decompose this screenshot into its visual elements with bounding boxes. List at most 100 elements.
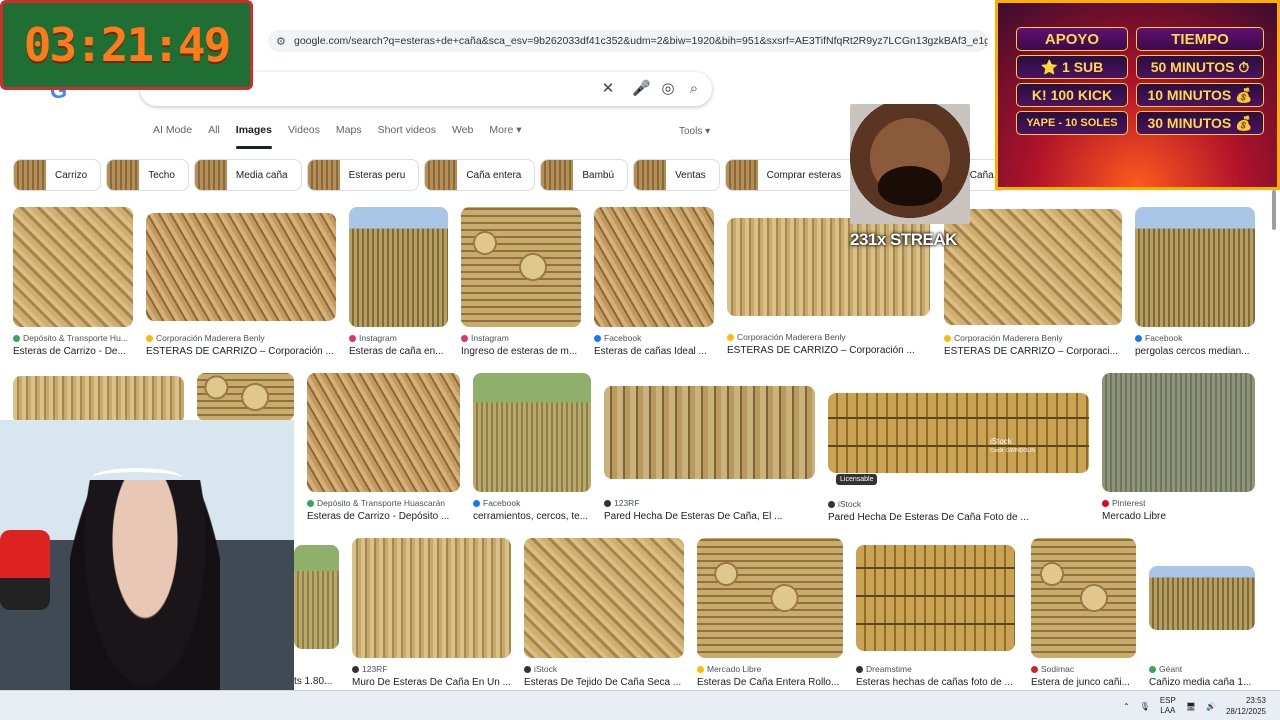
result-source: Depósito & Transporte Huascarán [307,498,460,508]
image-result[interactable]: Mercado Libre Esteras De Caña Entera Rol… [697,538,843,688]
chip[interactable]: Media caña [193,159,302,191]
result-image[interactable] [856,545,1015,651]
chip[interactable]: Comprar esteras [724,159,856,191]
tab-maps[interactable]: Maps [336,124,362,149]
result-title[interactable]: cerramientos, cercos, te... [473,511,591,522]
result-image[interactable] [473,373,591,492]
chip[interactable]: Esteras peru [306,159,420,191]
result-title[interactable]: ESTERAS DE CARRIZO – Corporación ... [146,346,336,357]
chip[interactable]: Ventas [633,159,720,191]
search-tabs: AI Mode All Images Videos Maps Short vid… [153,124,537,149]
image-result[interactable]: Sodimac Estera de junco cañi... [1031,538,1136,688]
tab-web[interactable]: Web [452,124,473,149]
result-title[interactable]: ESTERAS DE CARRIZO – Corporaci... [944,346,1122,357]
result-title[interactable]: ts 1.80... [294,676,339,687]
result-image[interactable] [1149,566,1255,630]
result-title[interactable]: ESTERAS DE CARRIZO – Corporación ... [727,345,930,356]
result-image[interactable] [307,373,460,492]
network-icon[interactable]: 🖥 [1186,702,1196,711]
clear-icon[interactable]: ✕ [599,80,617,98]
image-result[interactable]: Corporación Maderera Benly ESTERAS DE CA… [146,213,336,357]
result-image[interactable] [146,213,336,321]
lens-icon[interactable]: ◎ [659,80,677,98]
result-image[interactable] [1031,538,1136,658]
search-icon[interactable]: ⌕ [685,80,703,98]
chip[interactable]: Techo [106,159,189,191]
result-image[interactable] [461,207,581,327]
tab-images[interactable]: Images [236,124,272,149]
image-result[interactable]: Géant Cañizo media caña 1... [1149,566,1255,688]
scrollbar-thumb[interactable] [1272,190,1276,230]
tab-more[interactable]: More ▾ [489,124,521,149]
image-result[interactable]: Facebook Esteras de cañas Ideal ... [594,207,714,357]
result-image[interactable] [1135,207,1255,327]
result-title[interactable]: Estera de junco cañi... [1031,677,1136,688]
image-result[interactable]: 123RF Muro De Esteras De Caña En Un ... [352,538,511,688]
image-result[interactable]: iStock Esteras De Tejido De Caña Seca ..… [524,538,684,688]
result-title[interactable]: Esteras de Carrizo - De... [13,346,133,357]
result-image[interactable] [13,207,133,327]
result-image[interactable] [524,538,684,658]
image-result[interactable]: Instagram Ingreso de esteras de m... [461,207,581,357]
result-title[interactable]: pergolas cercos median... [1135,346,1255,357]
tab-all[interactable]: All [208,124,220,149]
result-title[interactable]: Cañizo media caña 1... [1149,677,1255,688]
clock[interactable]: 23:53 28/12/2025 [1226,695,1266,717]
result-title[interactable]: Ingreso de esteras de m... [461,346,581,357]
result-image[interactable] [13,376,184,424]
result-title[interactable]: Esteras De Caña Entera Rollo... [697,677,843,688]
result-image[interactable]: iStock Credit: GWINDOLIN [828,393,1089,473]
result-title[interactable]: Esteras de cañas Ideal ... [594,346,714,357]
result-title[interactable]: Esteras hechas de cañas foto de ... [856,677,1015,688]
image-result[interactable] [13,376,184,424]
result-title[interactable]: Esteras de Carrizo - Depósito ... [307,511,460,522]
language-indicator[interactable]: ESP LAA [1160,696,1176,716]
result-image[interactable] [604,386,815,479]
image-result[interactable]: Facebook pergolas cercos median... [1135,207,1255,357]
chip[interactable]: Carrizo [13,159,102,191]
chevron-up-icon[interactable]: ⌃ [1123,702,1130,711]
image-result[interactable]: Facebook cerramientos, cercos, te... [473,373,591,522]
result-image[interactable] [697,538,843,658]
tab-ai-mode[interactable]: AI Mode [153,124,192,149]
result-title[interactable]: Pared Hecha De Esteras De Caña Foto de .… [828,512,1089,523]
volume-icon[interactable]: 🔊 [1206,702,1216,711]
result-source: 123RF [604,498,815,508]
result-title[interactable]: Esteras De Tejido De Caña Seca ... [524,677,684,688]
image-result[interactable] [197,373,294,421]
chip[interactable]: Caña entera [424,159,536,191]
chip[interactable]: Bambú [540,159,629,191]
result-image[interactable] [294,545,339,649]
image-result[interactable]: Depósito & Transporte Hu... Esteras de C… [13,207,133,357]
result-image[interactable] [594,207,714,327]
result-title[interactable]: Muro De Esteras De Caña En Un ... [352,677,511,688]
page-scrollbar[interactable] [1270,190,1278,690]
image-result[interactable]: 123RF Pared Hecha De Esteras De Caña, El… [604,386,815,522]
result-title[interactable]: Esteras de caña en... [349,346,448,357]
site-info-icon[interactable]: ⚙ [276,35,286,48]
result-image[interactable] [352,538,511,658]
result-image[interactable] [944,209,1122,325]
streak-label: 231x STREAK [850,230,957,249]
tab-short-videos[interactable]: Short videos [378,124,436,149]
result-image[interactable] [197,373,294,421]
result-image[interactable] [349,207,448,327]
image-result[interactable]: Dreamstime Esteras hechas de cañas foto … [856,545,1015,688]
tools-button[interactable]: Tools ▾ [679,126,710,137]
microphone-icon[interactable]: 🎤 [632,80,651,98]
donation-panel: APOYO TIEMPO ⭐ 1 SUB 50 MINUTOS ⏱ K! 100… [995,0,1280,190]
image-result[interactable]: iStock Credit: GWINDOLIN Licensable iSto… [828,393,1089,523]
image-result[interactable]: Instagram Esteras de caña en... [349,207,448,357]
microphone-tray-icon[interactable]: 🎙 [1140,702,1150,711]
tab-videos[interactable]: Videos [288,124,320,149]
streamer [70,480,220,720]
image-result[interactable]: Depósito & Transporte Huascarán Esteras … [307,373,460,522]
image-result[interactable]: ts 1.80... [294,545,339,687]
result-image[interactable] [1102,373,1255,492]
image-result[interactable]: Corporación Maderera Benly ESTERAS DE CA… [944,209,1122,357]
result-title[interactable]: Mercado Libre [1102,511,1255,522]
address-bar[interactable]: ⚙ google.com/search?q=esteras+de+caña&sc… [268,30,988,52]
licensable-badge: Licensable [836,474,878,485]
result-title[interactable]: Pared Hecha De Esteras De Caña, El ... [604,511,815,522]
image-result[interactable]: Pinterest Mercado Libre [1102,373,1255,522]
